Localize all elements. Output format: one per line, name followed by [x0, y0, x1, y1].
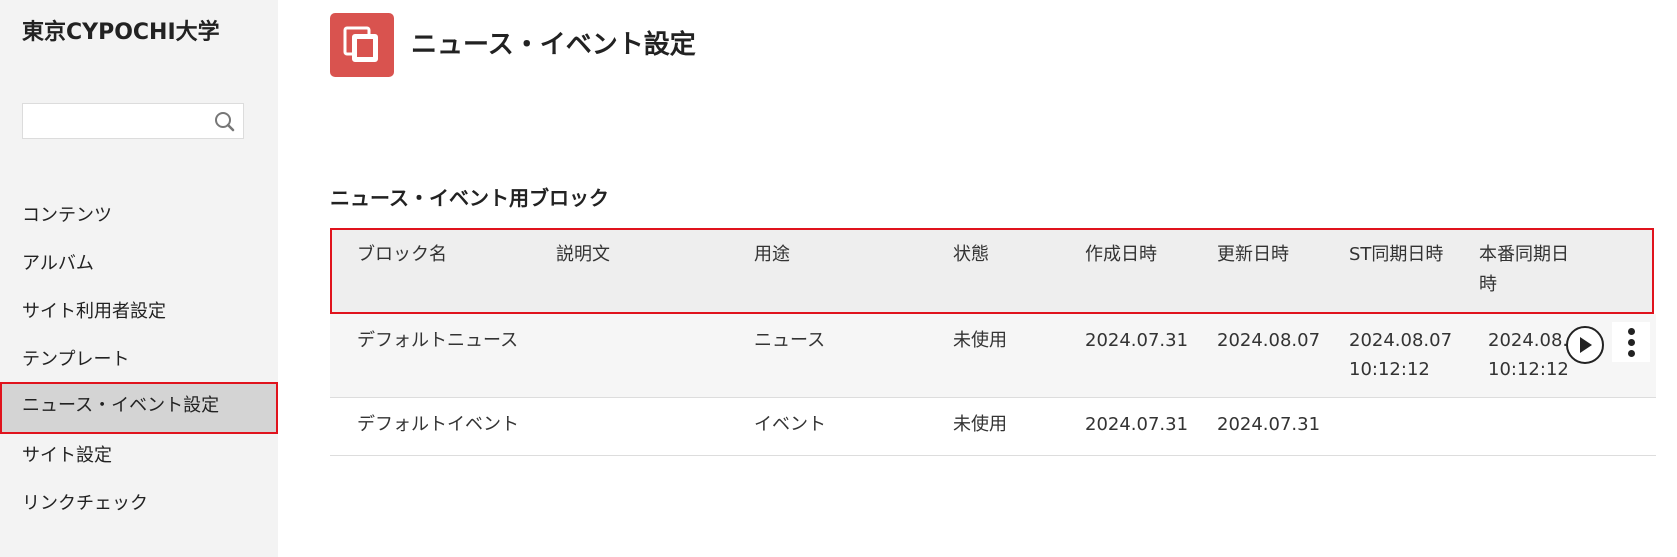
- cell-updated: 2024.08.07: [1217, 330, 1321, 351]
- sidebar-item-label: サイト設定: [22, 445, 112, 466]
- sidebar-item-label: ニュース・イベント設定: [22, 395, 220, 416]
- table-row[interactable]: デフォルトイベント イベント 未使用 2024.07.31 2024.07.31: [330, 398, 1656, 456]
- play-icon: [1580, 337, 1592, 353]
- page-title: ニュース・イベント設定: [411, 30, 696, 60]
- cell-prod-sync-date: 2024.08.: [1488, 330, 1569, 351]
- cell-created: 2024.07.31: [1085, 330, 1189, 351]
- column-header-prod-sync: 本番同期日 時: [1479, 240, 1569, 300]
- page-header-icon-tile: [330, 13, 394, 77]
- cell-name: デフォルトイベント: [357, 414, 519, 435]
- cell-prod-sync: 2024.08. 10:12:12: [1488, 326, 1569, 384]
- column-header-usage: 用途: [754, 244, 790, 265]
- cell-status: 未使用: [953, 414, 1007, 435]
- site-brand[interactable]: 東京CYPOCHI大学: [22, 14, 220, 46]
- cell-usage: ニュース: [754, 330, 826, 351]
- sidebar-item-label: アルバム: [22, 253, 94, 274]
- sidebar-item-news-event-settings[interactable]: ニュース・イベント設定: [0, 382, 278, 434]
- cell-created: 2024.07.31: [1085, 414, 1189, 435]
- sidebar-item-templates[interactable]: テンプレート: [0, 340, 278, 388]
- cell-usage: イベント: [754, 414, 826, 435]
- cell-st-sync-time: 10:12:12: [1349, 359, 1430, 380]
- column-header-name: ブロック名: [357, 244, 447, 265]
- cell-name: デフォルトニュース: [357, 330, 519, 351]
- cell-status: 未使用: [953, 330, 1007, 351]
- more-vertical-icon-dot: [1628, 328, 1635, 335]
- cell-st-sync-date: 2024.08.07: [1349, 330, 1453, 351]
- table-row[interactable]: デフォルトニュース ニュース 未使用 2024.07.31 2024.08.07…: [330, 314, 1656, 398]
- sidebar: 東京CYPOCHI大学 コンテンツ アルバム サイト利用者設定 テンプレート ニ…: [0, 0, 278, 557]
- copy-icon: [343, 26, 378, 62]
- cell-st-sync: 2024.08.07 10:12:12: [1349, 326, 1452, 384]
- search-input[interactable]: [22, 103, 244, 139]
- column-header-created: 作成日時: [1085, 244, 1157, 265]
- cell-prod-sync-time: 10:12:12: [1488, 359, 1569, 380]
- column-header-updated: 更新日時: [1217, 244, 1289, 265]
- more-options-button[interactable]: [1612, 322, 1650, 362]
- section-title: ニュース・イベント用ブロック: [330, 186, 609, 210]
- table-header: ブロック名 説明文 用途 状態 作成日時 更新日時 ST同期日時 本番同期日 時: [330, 228, 1654, 314]
- sidebar-nav: コンテンツ アルバム サイト利用者設定 テンプレート ニュース・イベント設定 サ…: [0, 196, 278, 532]
- sidebar-item-label: リンクチェック: [22, 493, 148, 514]
- column-header-st-sync: ST同期日時: [1349, 244, 1444, 265]
- sidebar-item-link-check[interactable]: リンクチェック: [0, 484, 278, 532]
- sidebar-item-label: サイト利用者設定: [22, 301, 166, 322]
- sidebar-item-label: テンプレート: [22, 349, 130, 370]
- column-header-description: 説明文: [556, 244, 610, 265]
- play-button[interactable]: [1566, 326, 1604, 364]
- column-header-status: 状態: [953, 244, 989, 265]
- sidebar-item-album[interactable]: アルバム: [0, 244, 278, 292]
- sidebar-item-site-users[interactable]: サイト利用者設定: [0, 292, 278, 340]
- sidebar-item-site-settings[interactable]: サイト設定: [0, 436, 278, 484]
- sidebar-item-label: コンテンツ: [22, 205, 112, 226]
- column-header-prod-sync-line2: 時: [1479, 274, 1497, 295]
- more-vertical-icon-dot: [1628, 339, 1635, 346]
- sidebar-item-contents[interactable]: コンテンツ: [0, 196, 278, 244]
- more-vertical-icon-dot: [1628, 350, 1635, 357]
- search-icon[interactable]: [213, 110, 237, 134]
- column-header-prod-sync-line1: 本番同期日: [1479, 244, 1569, 265]
- cell-updated: 2024.07.31: [1217, 414, 1321, 435]
